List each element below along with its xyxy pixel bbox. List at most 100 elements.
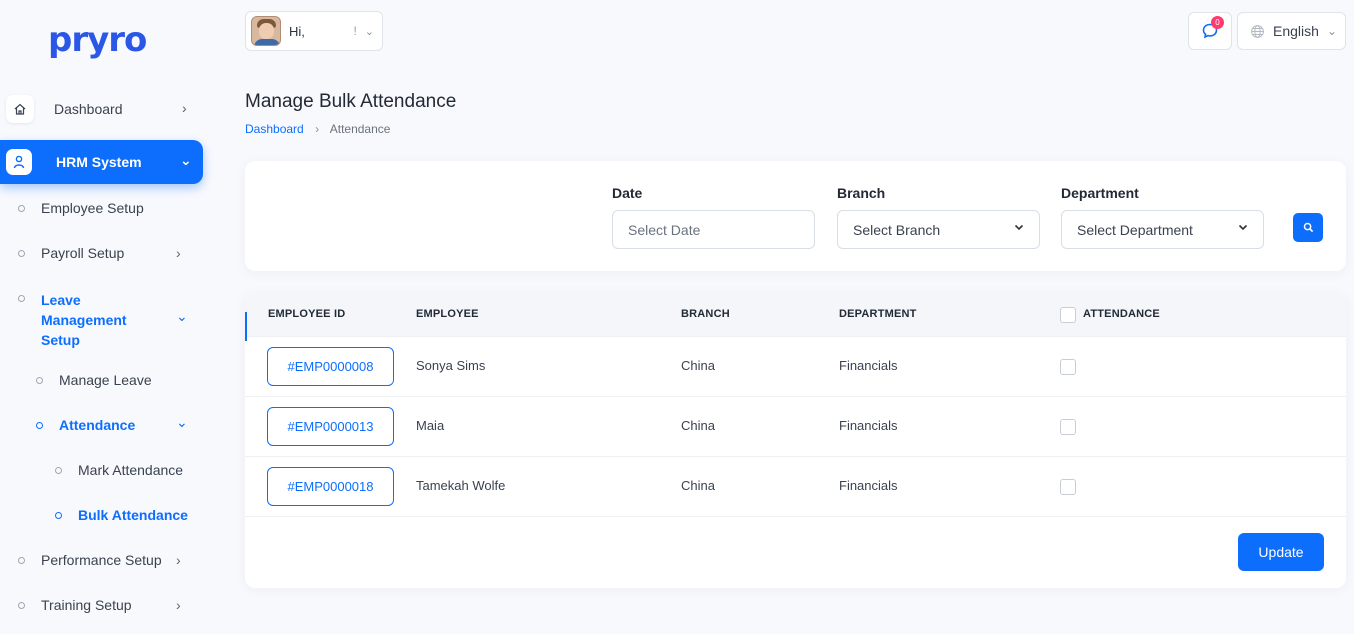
employee-department: Financials [839, 418, 898, 433]
table-row: #EMP0000018 Tamekah Wolfe China Financia… [245, 457, 1346, 517]
chevron-down-icon: ⌄ [176, 414, 188, 430]
sidebar: pryro Dashboard › HRM System ⌄ Employee … [0, 0, 214, 634]
column-header-employee: EMPLOYEE [416, 308, 479, 320]
sidebar-item-hrm-system[interactable]: HRM System ⌄ [0, 140, 203, 184]
branch-label: Branch [837, 185, 886, 201]
chevron-down-icon [1237, 221, 1249, 236]
department-select[interactable]: Select Department [1061, 210, 1264, 249]
filter-card: Date Select Date Branch Select Branch De… [245, 161, 1346, 271]
column-header-branch: BRANCH [681, 308, 730, 320]
bullet-icon [55, 511, 62, 519]
user-menu[interactable]: Hi, ! ⌄ [245, 11, 383, 51]
sidebar-item-label: Bulk Attendance [78, 507, 188, 523]
notification-badge: 0 [1211, 16, 1224, 29]
sidebar-item-label: Training Setup [41, 597, 132, 613]
notification-button[interactable]: 0 [1188, 12, 1232, 50]
table-header: EMPLOYEE ID EMPLOYEE BRANCH DEPARTMENT A… [245, 293, 1346, 337]
sidebar-item-mark-attendance[interactable]: Mark Attendance [55, 462, 183, 478]
attendance-checkbox[interactable] [1060, 359, 1076, 375]
sidebar-item-bulk-attendance[interactable]: Bulk Attendance [55, 507, 188, 523]
bullet-icon [36, 376, 43, 384]
table-row: #EMP0000013 Maia China Financials [245, 397, 1346, 457]
search-button[interactable] [1293, 213, 1323, 242]
sidebar-item-leave-management-setup[interactable]: Leave Management Setup ⌄ [18, 290, 188, 350]
sidebar-item-label: Performance Setup [41, 552, 162, 568]
employee-department: Financials [839, 358, 898, 373]
branch-select-value: Select Branch [853, 221, 941, 238]
home-icon [6, 95, 34, 123]
chevron-right-icon: › [176, 597, 181, 613]
attendance-checkbox[interactable] [1060, 419, 1076, 435]
table-row: #EMP0000008 Sonya Sims China Financials [245, 337, 1346, 397]
search-icon [1303, 222, 1313, 233]
employee-branch: China [681, 418, 715, 433]
update-button[interactable]: Update [1238, 533, 1324, 571]
sidebar-item-manage-leave[interactable]: Manage Leave [36, 372, 152, 388]
chevron-down-icon: ⌄ [176, 308, 188, 324]
app-root: pryro Dashboard › HRM System ⌄ Employee … [0, 0, 1354, 634]
attendance-table: EMPLOYEE ID EMPLOYEE BRANCH DEPARTMENT A… [245, 293, 1346, 588]
chevron-right-icon: › [315, 122, 320, 136]
sidebar-item-attendance[interactable]: Attendance ⌄ [36, 414, 188, 433]
chevron-down-icon: ⌄ [180, 152, 192, 168]
bullet-icon [18, 249, 25, 257]
employee-department: Financials [839, 478, 898, 493]
bullet-icon [18, 601, 25, 609]
breadcrumb-dashboard-link[interactable]: Dashboard [245, 122, 304, 136]
attendance-checkbox[interactable] [1060, 479, 1076, 495]
avatar [251, 16, 281, 46]
employee-id-button[interactable]: #EMP0000013 [267, 407, 394, 446]
user-name: ! [353, 24, 357, 38]
bullet-icon [36, 421, 43, 429]
chevron-down-icon: ⌄ [364, 25, 374, 38]
employee-name: Sonya Sims [416, 358, 486, 373]
globe-icon [1251, 24, 1264, 38]
user-greeting: Hi, [289, 23, 305, 39]
employee-name: Maia [416, 418, 445, 433]
bullet-icon [55, 466, 62, 474]
sidebar-item-label: Attendance [59, 417, 136, 433]
sidebar-item-label: Manage Leave [59, 372, 152, 388]
breadcrumb: Dashboard › Attendance [245, 122, 390, 136]
bullet-icon [18, 204, 25, 212]
language-label: English [1273, 23, 1319, 39]
chevron-right-icon: › [176, 245, 181, 261]
date-label: Date [612, 185, 643, 201]
employee-id-button[interactable]: #EMP0000018 [267, 467, 394, 506]
chevron-right-icon: › [182, 100, 187, 116]
department-select-value: Select Department [1077, 221, 1193, 238]
chevron-right-icon: › [176, 552, 181, 568]
sidebar-item-employee-setup[interactable]: Employee Setup [18, 200, 144, 216]
sidebar-item-performance-setup[interactable]: Performance Setup › [18, 552, 188, 568]
bullet-icon [18, 295, 25, 302]
breadcrumb-current: Attendance [329, 122, 391, 136]
date-input[interactable]: Select Date [612, 210, 815, 249]
sidebar-item-training-setup[interactable]: Training Setup › [18, 597, 188, 613]
department-label: Department [1061, 185, 1139, 201]
sidebar-item-label: Dashboard [54, 101, 123, 117]
employee-id-button[interactable]: #EMP0000008 [267, 347, 394, 386]
sidebar-item-label: Leave Management Setup [41, 292, 127, 348]
employee-branch: China [681, 358, 715, 373]
sidebar-item-payroll-setup[interactable]: Payroll Setup › [18, 245, 188, 261]
chevron-down-icon: ⌄ [1326, 24, 1337, 38]
sidebar-item-label: HRM System [56, 154, 142, 170]
user-icon [6, 149, 32, 175]
column-header-department: DEPARTMENT [839, 308, 917, 320]
sidebar-item-label: Employee Setup [41, 200, 144, 216]
branch-select[interactable]: Select Branch [837, 210, 1040, 249]
select-all-checkbox[interactable] [1060, 307, 1076, 323]
employee-name: Tamekah Wolfe [416, 478, 506, 493]
language-select[interactable]: English ⌄ [1237, 12, 1346, 50]
column-header-attendance: ATTENDANCE [1083, 308, 1160, 320]
sidebar-item-dashboard[interactable]: Dashboard › [6, 95, 196, 123]
page-title: Manage Bulk Attendance [245, 91, 457, 112]
chevron-down-icon [1013, 221, 1025, 236]
sidebar-item-label: Payroll Setup [41, 245, 125, 261]
brand-logo[interactable]: pryro [48, 20, 147, 60]
column-header-employee-id: EMPLOYEE ID [268, 308, 346, 320]
date-placeholder: Select Date [628, 221, 701, 238]
bullet-icon [18, 556, 25, 564]
sidebar-item-label: Mark Attendance [78, 462, 184, 478]
employee-branch: China [681, 478, 715, 493]
